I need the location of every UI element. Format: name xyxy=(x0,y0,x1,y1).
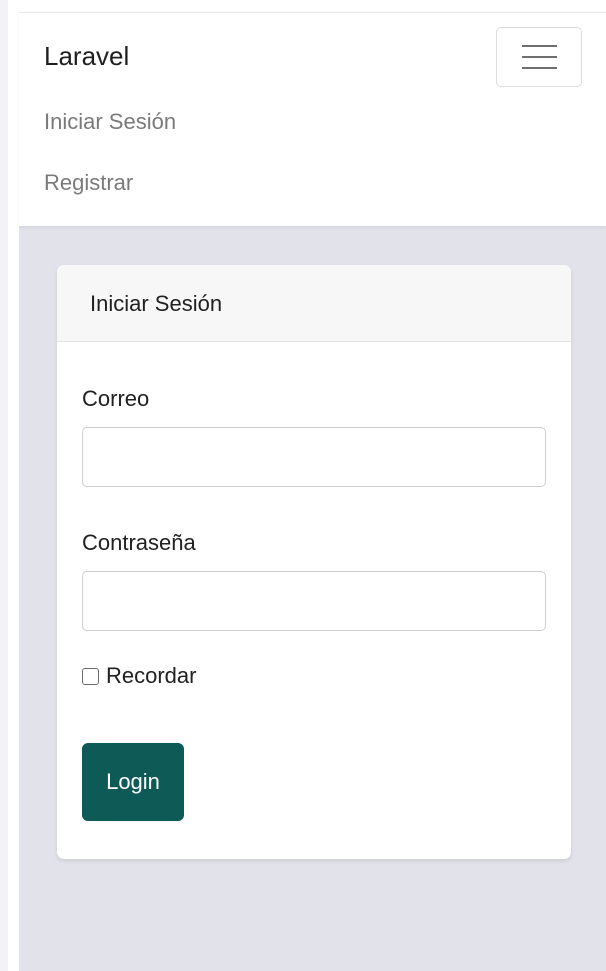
login-card: Iniciar Sesión Correo Contraseña Recorda… xyxy=(57,265,571,859)
window-left-edge xyxy=(0,0,8,971)
nav-link-login[interactable]: Iniciar Sesión xyxy=(44,109,176,135)
card-header: Iniciar Sesión xyxy=(57,265,571,342)
nav-link-register[interactable]: Registrar xyxy=(44,170,133,196)
remember-checkbox[interactable] xyxy=(82,667,99,685)
navbar: Laravel Iniciar Sesión Registrar xyxy=(19,12,606,226)
password-label: Contraseña xyxy=(82,530,196,555)
navbar-toggler-button[interactable] xyxy=(496,27,582,87)
password-field[interactable] xyxy=(82,571,546,631)
brand-link[interactable]: Laravel xyxy=(44,41,129,72)
email-field[interactable] xyxy=(82,427,546,487)
card-title: Iniciar Sesión xyxy=(90,291,223,316)
remember-label[interactable]: Recordar xyxy=(106,663,196,689)
app-container: Laravel Iniciar Sesión Registrar Iniciar… xyxy=(19,12,606,971)
login-button[interactable]: Login xyxy=(82,743,184,821)
email-label: Correo xyxy=(82,386,150,411)
remember-row: Recordar xyxy=(82,663,196,689)
